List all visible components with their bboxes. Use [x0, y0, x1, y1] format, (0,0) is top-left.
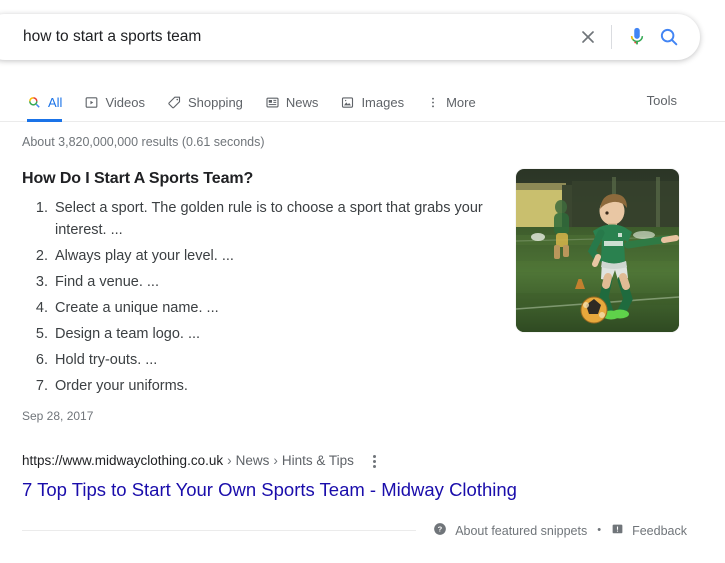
feedback-label: Feedback — [632, 523, 687, 538]
search-tabs-bar: All Videos Shopping News Images More Too… — [0, 84, 725, 122]
image-icon — [340, 95, 355, 110]
about-featured-snippets-label: About featured snippets — [455, 523, 588, 538]
result-url[interactable]: https://www.midwayclothing.co.uk — [22, 452, 223, 470]
footer-separator: • — [597, 524, 602, 536]
breadcrumb-separator: › — [273, 453, 278, 468]
list-item: Create a unique name. ... — [52, 297, 502, 319]
boy-kicking-soccer-ball-photo — [516, 169, 679, 332]
more-options-icon[interactable] — [367, 452, 383, 470]
dot — [373, 464, 377, 468]
snippet-step-list: Select a sport. The golden rule is to ch… — [22, 197, 502, 397]
list-item: Order your uniforms. — [52, 375, 502, 397]
search-icon — [27, 95, 42, 110]
more-vertical-icon — [426, 95, 440, 110]
search-icon[interactable] — [653, 21, 685, 53]
search-bar-actions — [572, 21, 685, 53]
about-featured-snippets-button[interactable]: ? About featured snippets — [433, 522, 587, 539]
search-tabs: All Videos Shopping News Images More — [22, 84, 487, 122]
snippet-thumbnail[interactable] — [516, 169, 679, 332]
list-item: Hold try-outs. ... — [52, 349, 502, 371]
feedback-button[interactable]: Feedback — [611, 523, 687, 539]
tab-label: More — [446, 95, 476, 110]
tab-label: Shopping — [187, 95, 243, 110]
tab-label: News — [285, 95, 319, 110]
svg-text:?: ? — [438, 525, 443, 534]
snippet-date: Sep 28, 2017 — [22, 409, 94, 423]
search-bar[interactable] — [0, 14, 700, 60]
tab-more[interactable]: More — [415, 84, 487, 121]
tab-news[interactable]: News — [254, 84, 330, 121]
tab-shopping[interactable]: Shopping — [156, 84, 254, 121]
close-icon[interactable] — [572, 21, 604, 53]
footer-divider — [22, 530, 416, 531]
video-icon — [84, 95, 99, 110]
search-input[interactable] — [23, 26, 572, 48]
search-result: https://www.midwayclothing.co.uk › News … — [22, 452, 642, 503]
result-stats: About 3,820,000,000 results (0.61 second… — [22, 135, 265, 149]
tag-icon — [167, 95, 182, 110]
featured-snippet: How Do I Start A Sports Team? Select a s… — [22, 170, 502, 423]
tab-all[interactable]: All — [22, 84, 73, 122]
result-url-line: https://www.midwayclothing.co.uk › News … — [22, 452, 642, 470]
list-item: Find a venue. ... — [52, 271, 502, 293]
snippet-footer: ? About featured snippets • Feedback — [433, 522, 687, 539]
google-search-results-page: All Videos Shopping — [0, 0, 725, 563]
list-item: Design a team logo. ... — [52, 323, 502, 345]
breadcrumb-separator: › — [227, 453, 232, 468]
news-icon — [265, 95, 280, 110]
breadcrumb-item: Hints & Tips — [281, 453, 354, 468]
tab-label: Images — [361, 95, 405, 110]
tab-label: All — [48, 95, 63, 110]
feedback-flag-icon — [611, 523, 624, 539]
result-title-link[interactable]: 7 Top Tips to Start Your Own Sports Team… — [22, 477, 517, 503]
divider — [611, 25, 612, 49]
dot — [373, 459, 377, 463]
tab-videos[interactable]: Videos — [73, 84, 156, 121]
tab-label: Videos — [105, 95, 145, 110]
dot — [373, 454, 377, 458]
help-circle-icon: ? — [433, 522, 447, 539]
tab-images[interactable]: Images — [329, 84, 415, 121]
snippet-title: How Do I Start A Sports Team? — [22, 170, 254, 187]
breadcrumb-item: News — [235, 453, 270, 468]
list-item: Select a sport. The golden rule is to ch… — [52, 197, 502, 241]
microphone-icon[interactable] — [621, 21, 653, 53]
tools-button[interactable]: Tools — [647, 93, 677, 108]
list-item: Always play at your level. ... — [52, 245, 502, 267]
